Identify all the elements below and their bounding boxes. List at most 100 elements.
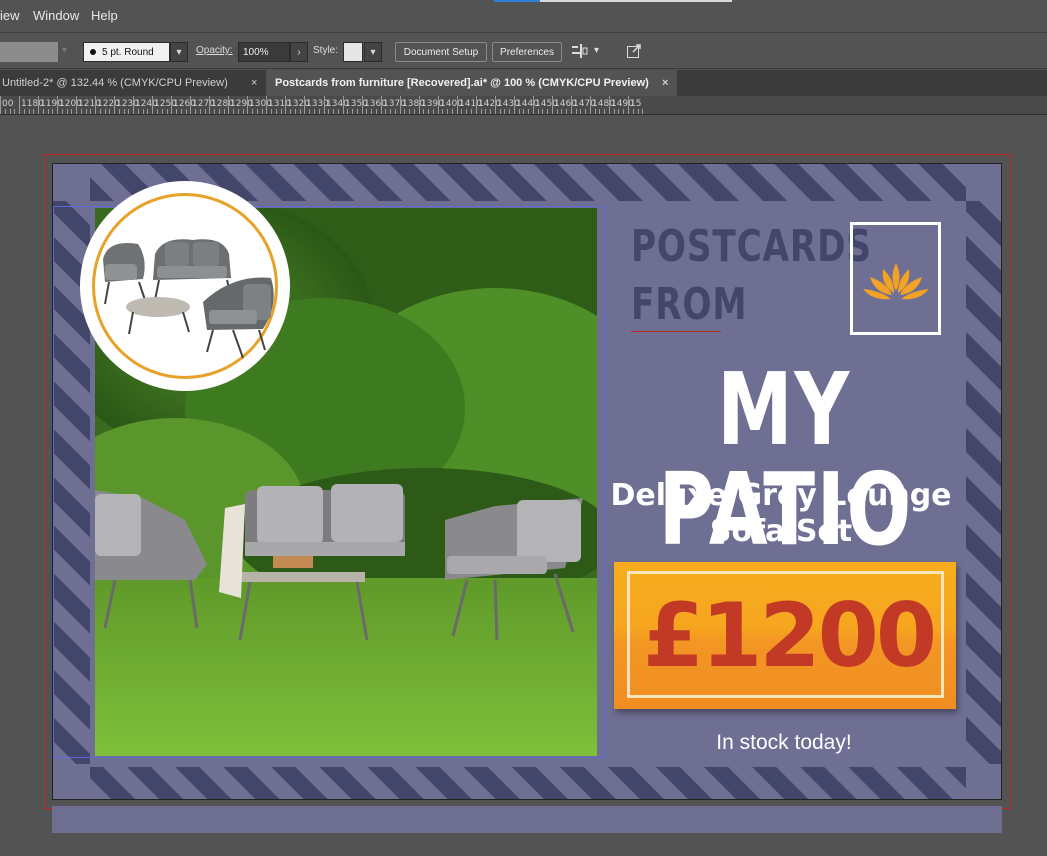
- ruler-minor-tick: [300, 109, 301, 114]
- price-inner-border: £1200: [627, 571, 944, 698]
- ruler-tick: [0, 96, 1, 114]
- ruler-minor-tick: [86, 109, 87, 114]
- style-swatch[interactable]: [343, 42, 363, 62]
- ruler-minor-tick: [143, 109, 144, 114]
- ruler-tick: [362, 96, 363, 114]
- ruler-minor-tick: [376, 109, 377, 114]
- brush-profile-select[interactable]: 5 pt. Round: [83, 42, 170, 62]
- artboard-postcard[interactable]: POSTCARDS FROM MY PATIO Deluxe Grey Loun…: [52, 163, 1002, 800]
- opacity-label[interactable]: Opacity:: [196, 45, 233, 56]
- menu-help[interactable]: Help: [91, 8, 118, 23]
- ruler-minor-tick: [252, 109, 253, 114]
- ruler-tick: [190, 96, 191, 114]
- search-strip[interactable]: [540, 0, 732, 2]
- opacity-input[interactable]: 100%: [238, 42, 290, 62]
- heading-postcards[interactable]: POSTCARDS: [631, 224, 872, 270]
- heading-from[interactable]: FROM: [631, 282, 747, 328]
- ruler-minor-tick: [67, 109, 68, 114]
- ruler-minor-tick: [43, 109, 44, 114]
- ruler-label: 15: [630, 99, 642, 109]
- ruler-minor-tick: [314, 109, 315, 114]
- tab-label: Postcards from furniture [Recovered].ai*…: [275, 77, 649, 89]
- ruler-minor-tick: [176, 109, 177, 114]
- chevron-right-icon: ›: [297, 46, 301, 58]
- ruler-label: 00: [2, 99, 14, 109]
- ruler-tick: [381, 96, 382, 114]
- ruler-tick: [438, 96, 439, 114]
- style-dropdown-button[interactable]: ▾: [364, 42, 382, 62]
- ruler-minor-tick: [243, 109, 244, 114]
- ruler-minor-tick: [186, 109, 187, 114]
- ruler-tick: [209, 96, 210, 114]
- ruler-minor-tick: [414, 109, 415, 114]
- ruler-minor-tick: [357, 109, 358, 114]
- tab-postcards[interactable]: Postcards from furniture [Recovered].ai*…: [266, 70, 677, 96]
- ruler-tick: [533, 96, 534, 114]
- ruler-minor-tick: [390, 109, 391, 114]
- ruler-tick: [457, 96, 458, 114]
- ruler-minor-tick: [504, 109, 505, 114]
- menu-window[interactable]: Window: [33, 8, 79, 23]
- ruler-minor-tick: [62, 109, 63, 114]
- tab-untitled-2[interactable]: Untitled-2* @ 132.44 % (CMYK/CPU Preview…: [0, 70, 266, 96]
- ruler-minor-tick: [224, 109, 225, 114]
- logo-frame[interactable]: [850, 222, 941, 335]
- ruler-minor-tick: [233, 109, 234, 114]
- stock-status[interactable]: In stock today!: [653, 731, 915, 755]
- chevron-down-icon[interactable]: ▾: [594, 45, 599, 56]
- workspace-indicator: [494, 0, 540, 2]
- ruler-minor-tick: [10, 109, 11, 114]
- ruler-minor-tick: [490, 109, 491, 114]
- ruler-minor-tick: [14, 109, 15, 114]
- ruler-minor-tick: [81, 109, 82, 114]
- close-icon[interactable]: ×: [251, 77, 257, 89]
- ruler-minor-tick: [523, 109, 524, 114]
- ruler-minor-tick: [428, 109, 429, 114]
- menu-view[interactable]: iew: [0, 8, 20, 23]
- ruler-minor-tick: [347, 109, 348, 114]
- ruler-minor-tick: [542, 109, 543, 114]
- stroke-weight-field[interactable]: [0, 42, 58, 62]
- brush-dropdown-button[interactable]: ▾: [170, 42, 188, 62]
- ruler-minor-tick: [238, 109, 239, 114]
- chevron-down-icon[interactable]: ▾: [62, 45, 67, 56]
- ruler-minor-tick: [547, 109, 548, 114]
- product-name[interactable]: Deluxe Grey Lounge Sofa Set: [606, 478, 956, 550]
- ruler-minor-tick: [642, 109, 643, 114]
- document-setup-button[interactable]: Document Setup: [395, 42, 487, 62]
- ruler-minor-tick: [409, 109, 410, 114]
- ruler-tick: [95, 96, 96, 114]
- ruler-minor-tick: [205, 109, 206, 114]
- ruler-tick: [266, 96, 267, 114]
- ruler-tick: [514, 96, 515, 114]
- ruler-tick: [571, 96, 572, 114]
- ruler-tick: [343, 96, 344, 114]
- ruler-minor-tick: [447, 109, 448, 114]
- close-icon[interactable]: ×: [662, 77, 668, 89]
- ruler-minor-tick: [214, 109, 215, 114]
- opacity-arrow-button[interactable]: ›: [290, 42, 308, 62]
- horizontal-ruler[interactable]: 00 1180 1190 1200 1210 1220 1230 1240 1250 1260 12…: [0, 96, 1047, 115]
- ruler-minor-tick: [538, 109, 539, 114]
- ruler-tick: [476, 96, 477, 114]
- align-icon[interactable]: [571, 43, 589, 62]
- ruler-minor-tick: [138, 109, 139, 114]
- price-box[interactable]: £1200: [614, 562, 956, 709]
- ruler-minor-tick: [461, 109, 462, 114]
- ruler-tick: [495, 96, 496, 114]
- ruler-minor-tick: [509, 109, 510, 114]
- ruler-minor-tick: [433, 109, 434, 114]
- ruler-minor-tick: [52, 109, 53, 114]
- ruler-tick: [19, 96, 20, 114]
- ruler-minor-tick: [638, 109, 639, 114]
- ruler-minor-tick: [71, 109, 72, 114]
- ruler-minor-tick: [618, 109, 619, 114]
- chevron-down-icon: ▾: [370, 46, 376, 58]
- preferences-button[interactable]: Preferences: [492, 42, 562, 62]
- ruler-minor-tick: [257, 109, 258, 114]
- ruler-minor-tick: [595, 109, 596, 114]
- product-name-line2: Sofa Set: [709, 514, 853, 549]
- export-icon[interactable]: [626, 43, 642, 62]
- ruler-minor-tick: [366, 109, 367, 114]
- artboard-overflow: [52, 806, 1002, 833]
